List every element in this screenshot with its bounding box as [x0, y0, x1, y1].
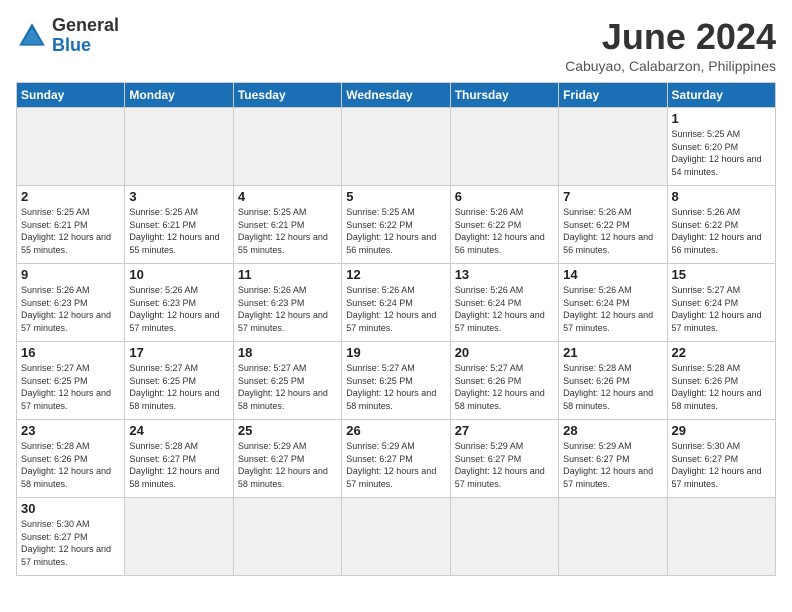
- empty-cell: [559, 108, 667, 186]
- week-row-3: 9 Sunrise: 5:26 AMSunset: 6:23 PMDayligh…: [17, 264, 776, 342]
- day-13: 13 Sunrise: 5:26 AMSunset: 6:24 PMDaylig…: [450, 264, 558, 342]
- header-sunday: Sunday: [17, 83, 125, 108]
- day-12: 12 Sunrise: 5:26 AMSunset: 6:24 PMDaylig…: [342, 264, 450, 342]
- day-9: 9 Sunrise: 5:26 AMSunset: 6:23 PMDayligh…: [17, 264, 125, 342]
- empty-cell: [450, 108, 558, 186]
- day-23: 23 Sunrise: 5:28 AMSunset: 6:26 PMDaylig…: [17, 420, 125, 498]
- page: General Blue June 2024 Cabuyao, Calabarz…: [0, 0, 792, 584]
- day-21: 21 Sunrise: 5:28 AMSunset: 6:26 PMDaylig…: [559, 342, 667, 420]
- day-1: 1 Sunrise: 5:25 AMSunset: 6:20 PMDayligh…: [667, 108, 775, 186]
- day-22: 22 Sunrise: 5:28 AMSunset: 6:26 PMDaylig…: [667, 342, 775, 420]
- day-20: 20 Sunrise: 5:27 AMSunset: 6:26 PMDaylig…: [450, 342, 558, 420]
- month-title: June 2024: [565, 16, 776, 58]
- header-wednesday: Wednesday: [342, 83, 450, 108]
- title-block: June 2024 Cabuyao, Calabarzon, Philippin…: [565, 16, 776, 74]
- header-monday: Monday: [125, 83, 233, 108]
- calendar-table: Sunday Monday Tuesday Wednesday Thursday…: [16, 82, 776, 576]
- day-3: 3 Sunrise: 5:25 AMSunset: 6:21 PMDayligh…: [125, 186, 233, 264]
- day-19: 19 Sunrise: 5:27 AMSunset: 6:25 PMDaylig…: [342, 342, 450, 420]
- day-29: 29 Sunrise: 5:30 AMSunset: 6:27 PMDaylig…: [667, 420, 775, 498]
- day-4: 4 Sunrise: 5:25 AMSunset: 6:21 PMDayligh…: [233, 186, 341, 264]
- weekday-header-row: Sunday Monday Tuesday Wednesday Thursday…: [17, 83, 776, 108]
- empty-cell: [667, 498, 775, 576]
- day-10: 10 Sunrise: 5:26 AMSunset: 6:23 PMDaylig…: [125, 264, 233, 342]
- header-thursday: Thursday: [450, 83, 558, 108]
- empty-cell: [17, 108, 125, 186]
- empty-cell: [125, 108, 233, 186]
- empty-cell: [233, 108, 341, 186]
- empty-cell: [450, 498, 558, 576]
- logo-icon: [16, 20, 48, 52]
- day-24: 24 Sunrise: 5:28 AMSunset: 6:27 PMDaylig…: [125, 420, 233, 498]
- header: General Blue June 2024 Cabuyao, Calabarz…: [16, 16, 776, 74]
- header-friday: Friday: [559, 83, 667, 108]
- day-30: 30 Sunrise: 5:30 AMSunset: 6:27 PMDaylig…: [17, 498, 125, 576]
- day-16: 16 Sunrise: 5:27 AMSunset: 6:25 PMDaylig…: [17, 342, 125, 420]
- day-2: 2 Sunrise: 5:25 AMSunset: 6:21 PMDayligh…: [17, 186, 125, 264]
- logo-text: General Blue: [52, 16, 119, 56]
- empty-cell: [342, 498, 450, 576]
- week-row-2: 2 Sunrise: 5:25 AMSunset: 6:21 PMDayligh…: [17, 186, 776, 264]
- week-row-5: 23 Sunrise: 5:28 AMSunset: 6:26 PMDaylig…: [17, 420, 776, 498]
- day-14: 14 Sunrise: 5:26 AMSunset: 6:24 PMDaylig…: [559, 264, 667, 342]
- day-18: 18 Sunrise: 5:27 AMSunset: 6:25 PMDaylig…: [233, 342, 341, 420]
- day-7: 7 Sunrise: 5:26 AMSunset: 6:22 PMDayligh…: [559, 186, 667, 264]
- empty-cell: [342, 108, 450, 186]
- week-row-1: 1 Sunrise: 5:25 AMSunset: 6:20 PMDayligh…: [17, 108, 776, 186]
- location-subtitle: Cabuyao, Calabarzon, Philippines: [565, 58, 776, 74]
- week-row-4: 16 Sunrise: 5:27 AMSunset: 6:25 PMDaylig…: [17, 342, 776, 420]
- logo-general: General: [52, 16, 119, 36]
- logo: General Blue: [16, 16, 119, 56]
- header-saturday: Saturday: [667, 83, 775, 108]
- day-15: 15 Sunrise: 5:27 AMSunset: 6:24 PMDaylig…: [667, 264, 775, 342]
- day-26: 26 Sunrise: 5:29 AMSunset: 6:27 PMDaylig…: [342, 420, 450, 498]
- day-8: 8 Sunrise: 5:26 AMSunset: 6:22 PMDayligh…: [667, 186, 775, 264]
- empty-cell: [233, 498, 341, 576]
- day-27: 27 Sunrise: 5:29 AMSunset: 6:27 PMDaylig…: [450, 420, 558, 498]
- header-tuesday: Tuesday: [233, 83, 341, 108]
- empty-cell: [125, 498, 233, 576]
- day-6: 6 Sunrise: 5:26 AMSunset: 6:22 PMDayligh…: [450, 186, 558, 264]
- day-28: 28 Sunrise: 5:29 AMSunset: 6:27 PMDaylig…: [559, 420, 667, 498]
- logo-blue: Blue: [52, 36, 119, 56]
- day-25: 25 Sunrise: 5:29 AMSunset: 6:27 PMDaylig…: [233, 420, 341, 498]
- day-17: 17 Sunrise: 5:27 AMSunset: 6:25 PMDaylig…: [125, 342, 233, 420]
- day-5: 5 Sunrise: 5:25 AMSunset: 6:22 PMDayligh…: [342, 186, 450, 264]
- empty-cell: [559, 498, 667, 576]
- day-11: 11 Sunrise: 5:26 AMSunset: 6:23 PMDaylig…: [233, 264, 341, 342]
- week-row-6: 30 Sunrise: 5:30 AMSunset: 6:27 PMDaylig…: [17, 498, 776, 576]
